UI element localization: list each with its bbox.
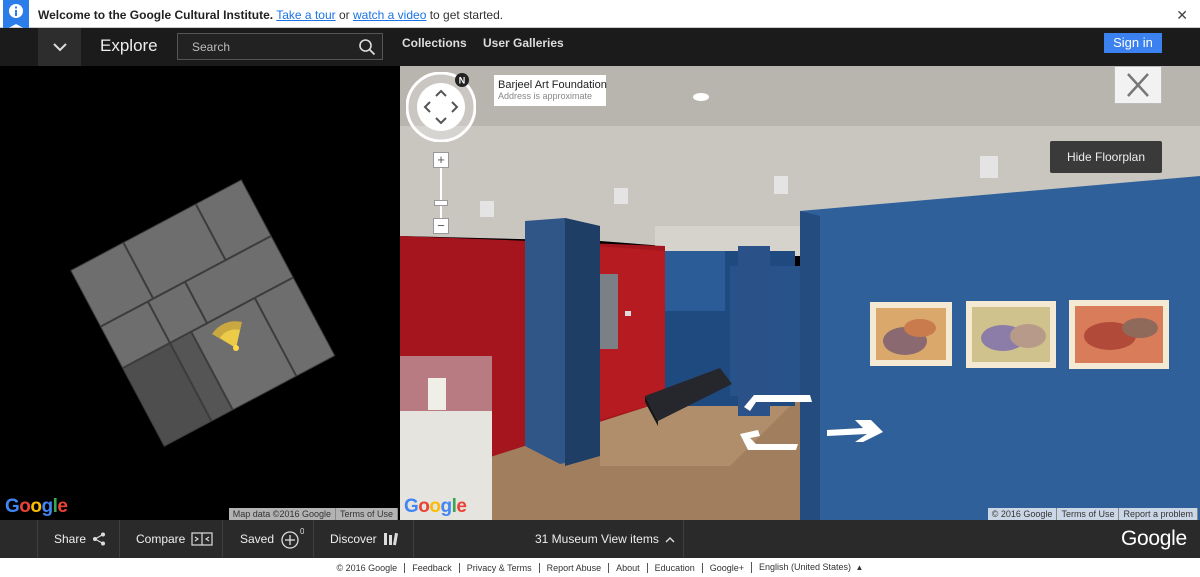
add-saved-icon: 0	[281, 528, 304, 549]
take-tour-link[interactable]: Take a tour	[276, 8, 335, 22]
map-terms-link[interactable]: Terms of Use	[335, 508, 398, 520]
toolbar-divider	[413, 520, 414, 558]
search-box	[177, 33, 383, 60]
ceiling-light	[693, 93, 709, 101]
share-button[interactable]: Share	[54, 520, 106, 558]
zoom-slider-handle[interactable]	[434, 200, 448, 206]
streetview-google-logo: Google	[404, 496, 467, 517]
discover-label: Discover	[330, 532, 377, 546]
zoom-track	[440, 168, 442, 218]
street-view-panorama[interactable]: N + − Barjeel Art Foundation Address is …	[400, 66, 1200, 520]
top-nav: Explore Collections User Galleries Sign …	[0, 28, 1200, 66]
footer-about-link[interactable]: About	[608, 562, 647, 573]
discover-icon	[383, 532, 398, 546]
welcome-message: Welcome to the Google Cultural Institute…	[38, 8, 503, 22]
floorplan-drawing	[70, 179, 336, 447]
explore-title: Explore	[100, 36, 158, 55]
compare-icon	[191, 532, 213, 546]
close-welcome-button[interactable]: ✕	[1176, 7, 1188, 24]
user-galleries-link[interactable]: User Galleries	[483, 36, 564, 50]
toolbar-divider	[683, 520, 684, 558]
toolbar-divider	[222, 520, 223, 558]
place-card: Barjeel Art Foundation Address is approx…	[494, 75, 607, 106]
painting	[870, 302, 952, 366]
saved-count: 0	[300, 528, 304, 536]
footer-feedback-link[interactable]: Feedback	[404, 562, 459, 573]
share-icon	[93, 532, 106, 546]
welcome-title: Welcome to the Google Cultural Institute…	[38, 8, 274, 22]
chevron-down-icon	[52, 42, 67, 51]
collections-link[interactable]: Collections	[402, 36, 467, 50]
compare-label: Compare	[136, 532, 186, 546]
sv-copyright: © 2016 Google	[987, 508, 1058, 520]
map-data-text: Map data ©2016 Google	[228, 508, 336, 520]
close-streetview-button[interactable]	[1114, 66, 1162, 104]
hide-floorplan-button[interactable]: Hide Floorplan	[1050, 141, 1162, 173]
sv-terms-link[interactable]: Terms of Use	[1057, 508, 1120, 520]
painting	[966, 301, 1056, 368]
report-problem-link[interactable]: Report a problem	[1119, 508, 1198, 520]
bottom-toolbar: Share Compare Saved 0 Discover 31 Museum…	[0, 520, 1200, 558]
toolbar-divider	[37, 520, 38, 558]
zoom-in-button[interactable]: +	[433, 152, 449, 168]
share-label: Share	[54, 532, 87, 546]
footer-language-selector[interactable]: English (United States) ▲	[750, 562, 870, 573]
discover-button[interactable]: Discover	[330, 520, 399, 558]
map-attribution: Map data ©2016 Google Terms of Use	[228, 508, 398, 520]
streetview-attribution: © 2016 Google Terms of Use Report a prob…	[987, 508, 1198, 520]
footer-report-abuse-link[interactable]: Report Abuse	[538, 562, 609, 573]
footer-copyright: © 2016 Google	[336, 562, 398, 573]
toolbar-divider	[119, 520, 120, 558]
google-logo: Google	[1121, 527, 1187, 550]
museum-items-button[interactable]: 31 Museum View items	[535, 520, 675, 558]
sign-in-button[interactable]: Sign in	[1104, 33, 1162, 53]
footer-googleplus-link[interactable]: Google+	[701, 562, 751, 573]
menu-dropdown-button[interactable]	[38, 28, 81, 66]
compass-control[interactable]: N	[406, 72, 476, 142]
museum-items-label: 31 Museum View items	[535, 532, 659, 546]
floorplan-map[interactable]: Google Map data ©2016 Google Terms of Us…	[0, 66, 400, 520]
compare-button[interactable]: Compare	[136, 520, 213, 558]
close-icon	[1127, 73, 1149, 97]
footer-education-link[interactable]: Education	[646, 562, 702, 573]
footer-privacy-link[interactable]: Privacy & Terms	[458, 562, 539, 573]
chevron-up-icon	[665, 536, 675, 542]
welcome-or: or	[338, 8, 350, 22]
zoom-out-button[interactable]: −	[433, 218, 449, 234]
welcome-suffix: to get started.	[429, 8, 504, 22]
navigate-forward-arrow-icon[interactable]	[740, 391, 816, 411]
map-google-logo: Google	[5, 496, 68, 517]
saved-label: Saved	[240, 532, 275, 546]
language-label: English (United States)	[758, 562, 852, 572]
search-input[interactable]	[178, 34, 358, 59]
navigate-left-arrow-icon[interactable]	[738, 428, 800, 452]
footer: © 2016 Google Feedback Privacy & Terms R…	[0, 558, 1200, 577]
place-address-note: Address is approximate	[498, 91, 593, 101]
watch-video-link[interactable]: watch a video	[353, 8, 426, 22]
welcome-bar: Welcome to the Google Cultural Institute…	[0, 0, 1200, 31]
search-icon[interactable]	[358, 38, 376, 56]
gallery-scene	[400, 66, 1200, 520]
saved-button[interactable]: Saved 0	[240, 520, 304, 558]
place-name: Barjeel Art Foundation	[498, 79, 607, 91]
north-indicator: N	[459, 76, 466, 86]
triangle-up-icon: ▲	[855, 563, 864, 572]
painting	[1069, 300, 1169, 369]
location-dot-icon	[233, 345, 239, 351]
navigate-right-arrow-icon[interactable]	[825, 418, 885, 444]
toolbar-divider	[313, 520, 314, 558]
